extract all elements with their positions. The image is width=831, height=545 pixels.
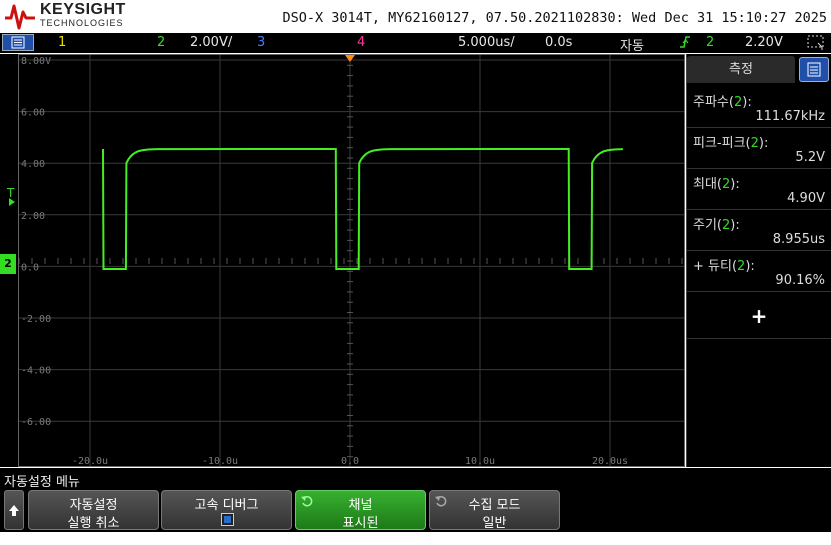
channel-2-scale[interactable]: 2.00V/ <box>190 35 232 50</box>
trigger-source[interactable]: 2 <box>706 35 714 50</box>
measurement-row[interactable]: 주기(2): 8.955us <box>687 210 831 251</box>
left-marker-strip: T 2 <box>0 54 18 467</box>
measurement-value: 8.955us <box>772 232 825 247</box>
channel-4-indicator[interactable]: 4 <box>357 35 365 50</box>
brand-name: KEYSIGHT <box>40 1 126 18</box>
waveform-display[interactable]: 8.00V 6.00 4.00 2.00 0.0 -2.00 -4.00 -6.00 -20.0… <box>18 54 685 467</box>
y-axis-label: 8.00V <box>21 56 51 67</box>
channel-2-ground-marker[interactable]: 2 <box>0 254 16 274</box>
delay-value[interactable]: 0.0s <box>545 35 572 50</box>
x-axis-label: 10.0u <box>465 456 495 466</box>
trigger-mode[interactable]: 자동 <box>620 35 644 54</box>
measurement-row[interactable]: 피크-피크(2): 5.2V <box>687 128 831 169</box>
channel-3-indicator[interactable]: 3 <box>257 35 265 50</box>
y-axis-label: 0.0 <box>21 262 39 273</box>
measurement-label: 피크-피크(2): <box>693 136 769 151</box>
y-axis-label: -6.00 <box>21 417 51 428</box>
acquire-mode-softkey[interactable]: 수집 모드 일반 <box>429 490 560 531</box>
trigger-arrow-icon <box>9 198 15 206</box>
channel-2-waveform <box>102 147 623 270</box>
y-axis-label: 4.00 <box>21 159 45 170</box>
timebase-value[interactable]: 5.000us/ <box>458 35 515 50</box>
screen-select-icon[interactable] <box>806 34 826 55</box>
x-axis-label: -10.0u <box>202 456 238 466</box>
softkey-label: 자동설정 <box>69 498 118 513</box>
softkey-label: 고속 디버그 <box>194 498 259 513</box>
measurement-label: 주파수(2): <box>693 95 752 110</box>
trigger-level[interactable]: 2.20V <box>745 35 783 50</box>
softkey-value: 실행 취소 <box>67 516 120 531</box>
rising-edge-icon <box>678 34 692 54</box>
y-axis-label: 6.00 <box>21 108 45 119</box>
softkey-value: 표시된 <box>342 516 379 531</box>
up-arrow-icon <box>9 505 19 516</box>
x-axis-label: 0.0 <box>341 456 359 466</box>
measurement-label: 주기(2): <box>693 218 740 233</box>
checkbox-icon[interactable] <box>221 513 234 526</box>
channels-softkey[interactable]: 채널 표시된 <box>295 490 426 531</box>
device-info: DSO-X 3014T, MY62160127, 07.50.202110283… <box>282 10 827 26</box>
measurement-panel: 측정 주파수(2): 111.67kHz 피크-피크(2): 5.2V 최대(2): 4.… <box>686 54 831 467</box>
x-axis-label: -20.0u <box>72 456 108 466</box>
measurement-value: 90.16% <box>775 273 825 288</box>
y-axis-label: 2.00 <box>21 211 45 222</box>
measurement-label: 최대(2): <box>693 177 740 192</box>
measurement-label: + 듀티(2): <box>693 259 755 274</box>
autoscale-undo-softkey[interactable]: 자동설정 실행 취소 <box>28 490 159 531</box>
softkey-menu-title: 자동설정 메뉴 <box>4 475 80 490</box>
channel-1-indicator[interactable]: 1 <box>58 35 66 50</box>
measurement-value: 4.90V <box>787 191 825 206</box>
menu-icon <box>807 62 821 77</box>
measurement-menu-button[interactable] <box>799 57 829 82</box>
measurement-value: 111.67kHz <box>755 109 825 124</box>
measurement-value: 5.2V <box>795 150 825 165</box>
softkey-label: 채널 <box>348 498 373 513</box>
brand-subtitle: TECHNOLOGIES <box>40 18 124 28</box>
add-measurement-button[interactable]: + <box>687 294 831 339</box>
tab-measurements[interactable]: 측정 <box>687 56 795 83</box>
measurement-row[interactable]: + 듀티(2): 90.16% <box>687 251 831 292</box>
softkey-value: 일반 <box>482 516 507 531</box>
softkey-label: 수집 모드 <box>468 498 521 513</box>
measurement-row[interactable]: 주파수(2): 111.67kHz <box>687 87 831 128</box>
fast-debug-softkey[interactable]: 고속 디버그 <box>161 490 292 530</box>
measurement-row[interactable]: 최대(2): 4.90V <box>687 169 831 210</box>
main-menu-button[interactable] <box>2 34 34 51</box>
status-bar: 1 2 2.00V/ 3 4 5.000us/ 0.0s 자동 2 2.20V <box>0 33 831 55</box>
waveform-graticule: 8.00V 6.00 4.00 2.00 0.0 -2.00 -4.00 -6.00 -20.0… <box>19 55 684 466</box>
x-axis-label: 20.0us <box>592 456 628 466</box>
keysight-logo-icon <box>5 4 35 30</box>
header: KEYSIGHT TECHNOLOGIES DSO-X 3014T, MY621… <box>0 0 831 33</box>
y-axis-label: -4.00 <box>21 366 51 377</box>
trigger-position-icon <box>345 55 355 62</box>
back-button[interactable] <box>4 490 24 530</box>
channel-2-indicator[interactable]: 2 <box>157 35 165 50</box>
y-axis-label: -2.00 <box>21 314 51 325</box>
menu-icon <box>11 36 25 49</box>
